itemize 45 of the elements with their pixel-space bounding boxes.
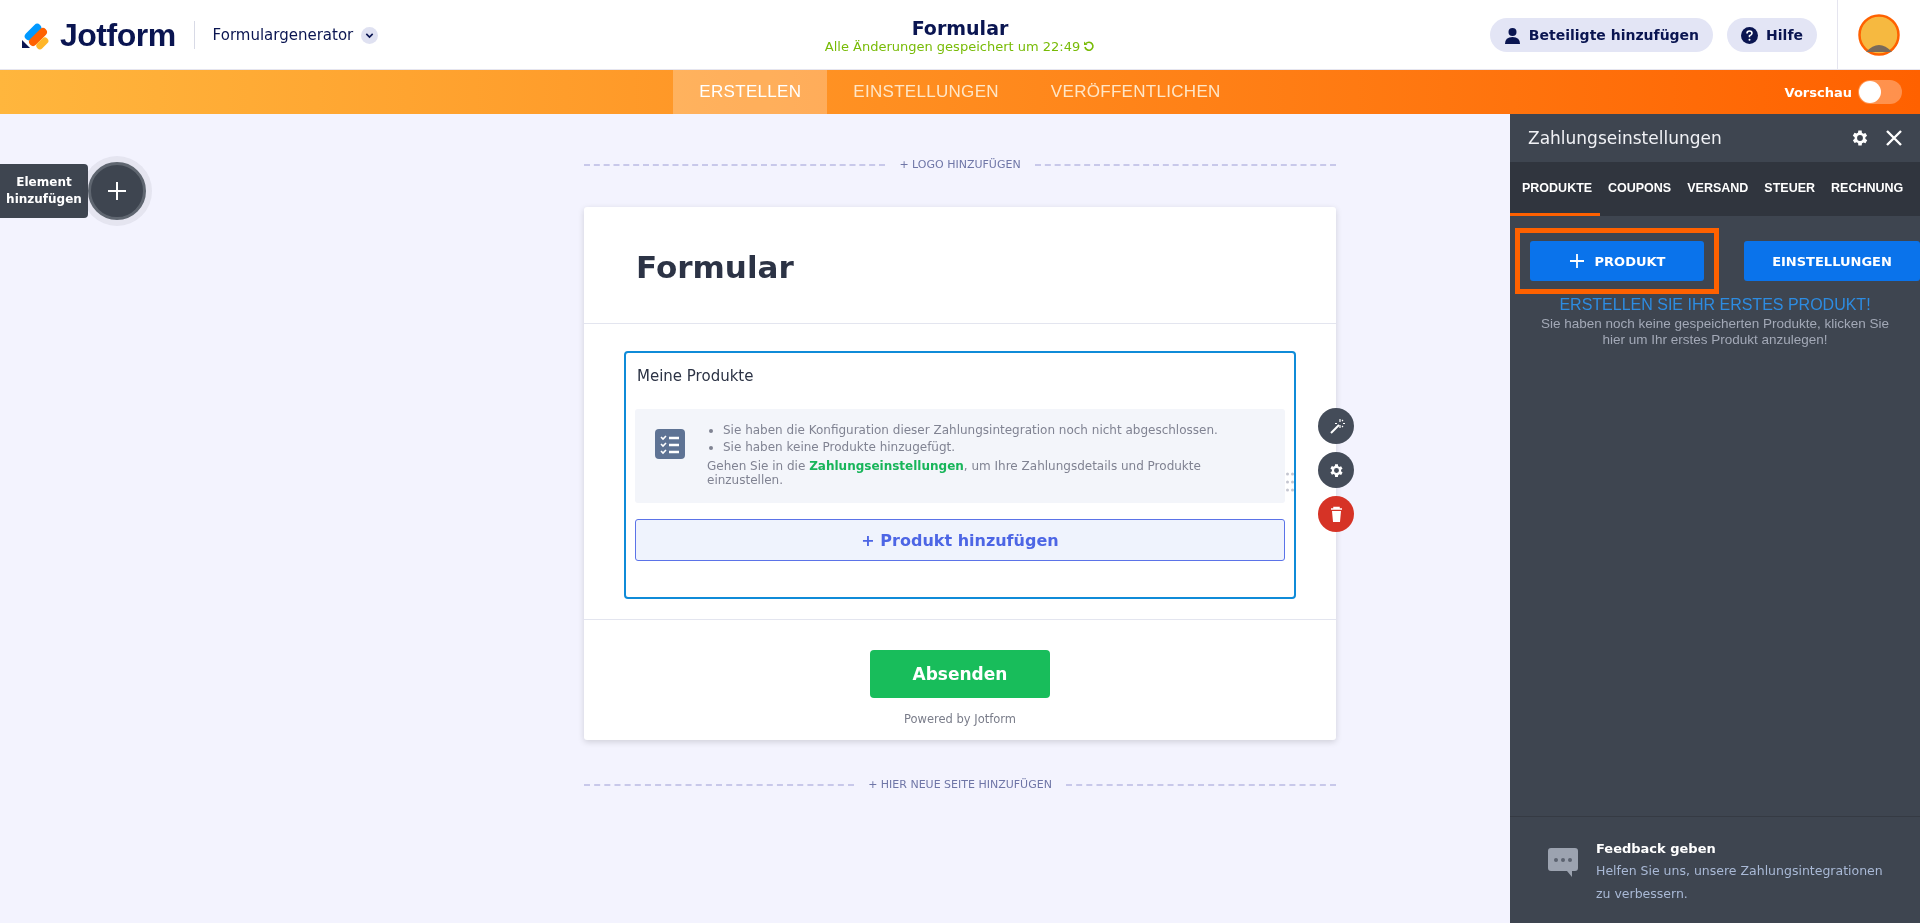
form-heading[interactable]: Formular (584, 207, 1336, 324)
logo-text[interactable]: Jotform (60, 16, 176, 54)
field-label: Meine Produkte (636, 367, 755, 387)
settings-button[interactable]: EINSTELLUNGEN (1744, 241, 1920, 281)
plus-icon (1568, 253, 1585, 269)
add-page-link[interactable]: + HIER NEUE SEITE HINZUFÜGEN (868, 778, 1052, 791)
plus-icon (106, 180, 128, 202)
avatar[interactable] (1858, 14, 1900, 56)
add-element-button[interactable] (88, 162, 146, 220)
instruction-text: Gehen Sie in die Zahlungseinstellungen, um Ihre Zahlungsdetails und Produkte einzustellen. (707, 458, 1202, 487)
help-button[interactable]: Hilfe (1727, 18, 1817, 52)
empty-state-heading: ERSTELLEN SIE IHR ERSTES PRODUKT! (1558, 296, 1872, 314)
preview-toggle[interactable] (1858, 80, 1902, 104)
panel-tab[interactable]: COUPONS (1600, 162, 1680, 216)
magic-wand-icon[interactable] (1318, 408, 1354, 444)
add-element-label[interactable]: Element hinzufügen (0, 164, 88, 218)
notice-text: Sie haben keine Produkte hinzugefügt. (723, 440, 956, 454)
panel-tab[interactable]: STEUER (1756, 162, 1824, 216)
add-product-button[interactable]: PRODUKT (1530, 241, 1704, 281)
settings-icon[interactable] (1850, 128, 1870, 148)
feedback-text: Helfen Sie uns, unsere Zahlungsintegrationen zu verbessern. (1596, 862, 1884, 903)
help-icon (1741, 26, 1759, 44)
chevron-down-icon (361, 26, 379, 44)
notice-text: Sie haben die Konfiguration dieser Zahlungsintegration noch nicht abgeschlossen. (723, 423, 1218, 437)
add-product-button[interactable]: + Produkt hinzufügen (635, 519, 1285, 561)
form-title: Formular (910, 16, 1010, 39)
powered-by-text: Powered by Jotform (903, 712, 1017, 726)
add-participants-button[interactable]: Beteiligte hinzufügen (1489, 18, 1714, 52)
panel-tab[interactable]: VERSAND (1679, 162, 1757, 216)
panel-tab[interactable]: RECHNUNG (1823, 162, 1912, 216)
save-status: Alle Änderungen gespeichert um 22:49 (824, 38, 1081, 54)
empty-state-text: Sie haben noch keine gespeicherten Produkte, klicken Sie hier um Ihr erstes Produkt anzulegen! (1539, 315, 1891, 350)
close-icon[interactable] (1884, 128, 1904, 148)
preview-label: Vorschau (1784, 84, 1852, 100)
checklist-icon (655, 429, 685, 459)
delete-icon[interactable] (1318, 496, 1354, 532)
user-icon (1503, 26, 1521, 44)
drag-handle-icon[interactable] (1286, 471, 1294, 493)
chat-bubble-icon (1546, 845, 1580, 879)
panel-tab[interactable]: PRODUKTE (1510, 162, 1600, 216)
panel-title: Zahlungseinstellungen (1528, 128, 1723, 148)
feedback-title[interactable]: Feedback geben (1596, 841, 1900, 856)
builder-menu[interactable]: Formulargenerator (212, 18, 379, 52)
settings-icon[interactable] (1318, 452, 1354, 488)
add-logo-link[interactable]: + LOGO HINZUFÜGEN (899, 158, 1021, 171)
